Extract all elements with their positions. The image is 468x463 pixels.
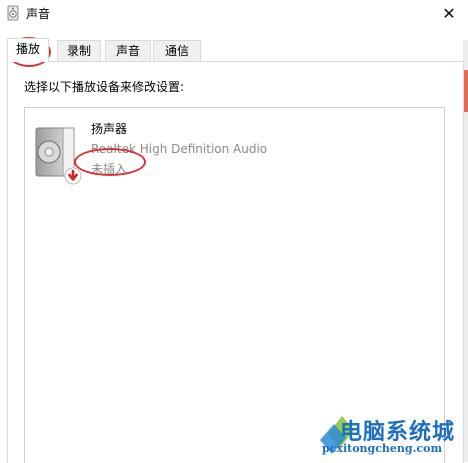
- tab-sounds[interactable]: 声音: [105, 40, 151, 61]
- watermark-url: pcxitongcheng.com: [322, 442, 443, 455]
- sound-app-icon: [7, 5, 19, 21]
- device-name: 扬声器: [91, 122, 128, 136]
- title-bar: 声音 ✕: [0, 0, 468, 26]
- device-status: 未插入: [91, 162, 128, 176]
- instruction-label: 选择以下播放设备来修改设置:: [24, 80, 185, 94]
- tab-recording[interactable]: 录制: [57, 40, 101, 61]
- device-item-speaker[interactable]: 扬声器 Realtek High Definition Audio 未插入: [25, 116, 444, 186]
- watermark: 电脑系统城 pcxitongcheng.com: [318, 404, 468, 462]
- close-icon: ✕: [442, 3, 456, 23]
- tab-playback[interactable]: 播放: [7, 38, 49, 62]
- device-driver: Realtek High Definition Audio: [91, 142, 268, 156]
- tab-communications[interactable]: 通信: [153, 40, 201, 61]
- speaker-icon: [35, 127, 82, 185]
- close-button[interactable]: ✕: [432, 0, 466, 26]
- window-title: 声音: [26, 7, 51, 21]
